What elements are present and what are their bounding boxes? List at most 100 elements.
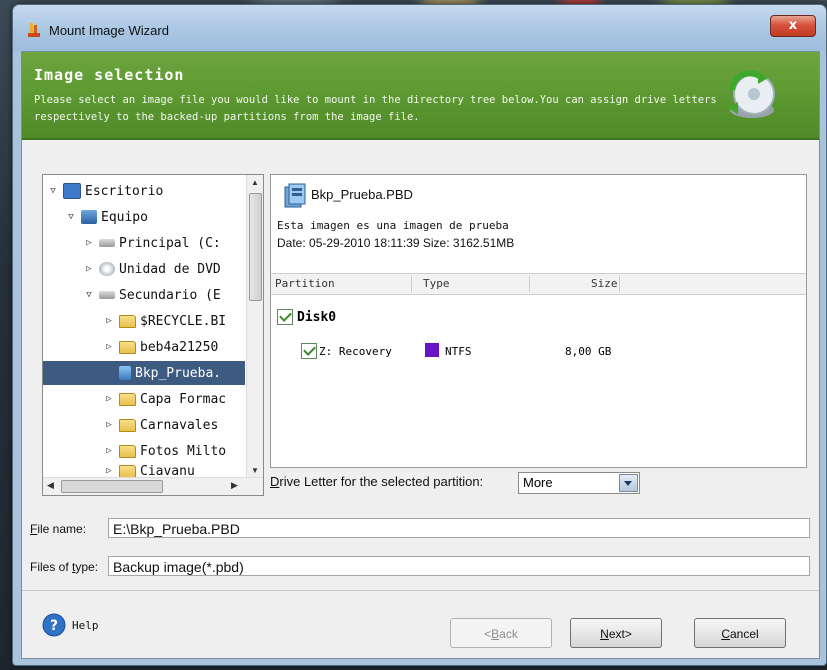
- page-description: Please select an image file you would li…: [34, 94, 717, 123]
- tree-item-secundario[interactable]: ▽ Secundario (E: [83, 283, 221, 307]
- collapse-arrow-icon[interactable]: ▷: [103, 446, 115, 456]
- tree-item-escritorio[interactable]: ▽ Escritorio: [47, 179, 163, 203]
- back-button[interactable]: <Back: [450, 618, 552, 648]
- tree-item-ciavanu[interactable]: ▷ Ciavanu: [103, 465, 195, 477]
- file-name-label: File name:: [30, 522, 86, 536]
- svg-text:?: ?: [50, 618, 58, 634]
- file-type-field[interactable]: Backup image(*.pbd): [108, 556, 810, 576]
- partition-size: 8,00 GB: [565, 345, 612, 358]
- next-accelerator: N: [600, 627, 609, 641]
- partition-table-header: Partition Type Size: [271, 273, 806, 295]
- partition-checkbox[interactable]: [301, 343, 317, 359]
- collapse-arrow-icon[interactable]: ▷: [103, 466, 115, 476]
- folder-icon: [119, 465, 136, 477]
- tree-item-recycle[interactable]: ▷ $RECYCLE.BI: [103, 309, 226, 333]
- file-type-label-text: ype:: [75, 560, 99, 574]
- folder-icon: [119, 392, 136, 406]
- scroll-up-icon[interactable]: ▲: [251, 178, 259, 187]
- tree-vertical-scroll-thumb[interactable]: [249, 193, 262, 301]
- help-icon: ?: [42, 613, 66, 637]
- close-button[interactable]: x: [770, 15, 816, 37]
- drive-icon: [99, 291, 115, 299]
- ntfs-color-swatch: [425, 343, 439, 357]
- file-type-label-prefix: Files of: [30, 560, 73, 574]
- tree-item-label: Carnavales: [140, 417, 219, 433]
- tree-item-capa[interactable]: ▷ Capa Formac: [103, 387, 226, 411]
- dvd-icon: [99, 262, 115, 276]
- partition-type: NTFS: [445, 345, 472, 358]
- chevron-down-icon[interactable]: [619, 474, 638, 492]
- disk-row[interactable]: Disk0: [277, 309, 336, 325]
- page-title: Image selection: [34, 66, 185, 84]
- column-header-partition[interactable]: Partition: [275, 277, 335, 290]
- tree-item-dvd[interactable]: ▷ Unidad de DVD: [83, 257, 221, 281]
- tree-item-label: Escritorio: [85, 183, 164, 199]
- column-header-type[interactable]: Type: [423, 277, 450, 290]
- image-description: Esta imagen es una imagen de prueba: [277, 219, 509, 232]
- disk-checkbox[interactable]: [277, 309, 293, 325]
- expand-arrow-icon[interactable]: ▽: [65, 212, 77, 222]
- tree-horizontal-scroll-thumb[interactable]: [61, 480, 163, 493]
- collapse-arrow-icon[interactable]: ▷: [83, 238, 95, 248]
- folder-icon: [119, 444, 136, 458]
- tree-item-bkp-prueba[interactable]: Bkp_Prueba.: [43, 361, 245, 385]
- image-name: Bkp_Prueba.PBD: [311, 187, 413, 202]
- wizard-client-area: Image selection Please select an image f…: [21, 51, 820, 659]
- next-button[interactable]: Next>: [570, 618, 662, 648]
- cancel-button[interactable]: Cancel: [694, 618, 786, 648]
- image-selection-panel: ▽ Escritorio ▽ Equipo ▷ Principal (C: ▷: [32, 164, 807, 504]
- back-accelerator: B: [491, 627, 500, 641]
- folder-icon: [119, 340, 136, 354]
- help-button[interactable]: ? Help: [42, 613, 99, 637]
- collapse-arrow-icon[interactable]: ▷: [103, 394, 115, 404]
- cancel-accelerator: C: [721, 627, 730, 641]
- collapse-arrow-icon[interactable]: ▷: [103, 342, 115, 352]
- expand-arrow-icon[interactable]: ▽: [83, 290, 95, 300]
- tree-item-label: Fotos Milto: [140, 443, 227, 459]
- tree-item-carnavales[interactable]: ▷ Carnavales: [103, 413, 218, 437]
- help-label: Help: [72, 618, 99, 632]
- wizard-app-icon: [28, 23, 40, 37]
- tree-item-label: Principal (C:: [119, 235, 221, 251]
- folder-icon: [119, 314, 136, 328]
- expand-arrow-icon[interactable]: ▽: [47, 186, 59, 196]
- tree-item-label: Capa Formac: [140, 391, 227, 407]
- tree-item-equipo[interactable]: ▽ Equipo: [65, 205, 148, 229]
- drive-letter-label-text: rive Letter for the selected partition:: [279, 474, 484, 489]
- scroll-down-icon[interactable]: ▼: [251, 466, 259, 475]
- title-bar[interactable]: Mount Image Wizard x: [13, 5, 826, 51]
- image-date-size: Date: 05-29-2010 18:11:39 Size: 3162.51M…: [277, 236, 515, 250]
- scroll-right-icon[interactable]: ▶: [231, 480, 238, 491]
- cancel-label: ancel: [729, 627, 759, 641]
- window-title: Mount Image Wizard: [49, 23, 169, 38]
- computer-icon: [81, 210, 97, 224]
- tree-item-label: Unidad de DVD: [119, 261, 221, 277]
- tree-item-principal[interactable]: ▷ Principal (C:: [83, 231, 221, 255]
- mount-image-wizard-window: Mount Image Wizard x Image selection Ple…: [12, 4, 827, 666]
- tree-item-label: Ciavanu: [140, 465, 195, 477]
- tree-item-beb4a[interactable]: ▷ beb4a21250: [103, 335, 218, 359]
- tree-item-label: beb4a21250: [140, 339, 219, 355]
- tree-item-fotos[interactable]: ▷ Fotos Milto: [103, 439, 226, 463]
- directory-tree[interactable]: ▽ Escritorio ▽ Equipo ▷ Principal (C: ▷: [42, 174, 264, 496]
- file-name-field[interactable]: E:\Bkp_Prueba.PBD: [108, 518, 810, 538]
- desktop-icon: [63, 183, 81, 199]
- column-header-size[interactable]: Size: [591, 277, 618, 290]
- tree-item-label: Secundario (E: [119, 287, 221, 303]
- tree-vertical-scrollbar[interactable]: ▲ ▼: [246, 175, 263, 477]
- tree-horizontal-scrollbar[interactable]: ◀ ▶: [43, 477, 263, 495]
- collapse-arrow-icon[interactable]: ▷: [103, 420, 115, 430]
- disk-label: Disk0: [297, 309, 337, 325]
- collapse-arrow-icon[interactable]: ▷: [83, 264, 95, 274]
- drive-letter-accelerator: D: [270, 474, 280, 489]
- tree-item-label: Bkp_Prueba.: [135, 365, 222, 381]
- collapse-arrow-icon[interactable]: ▷: [103, 316, 115, 326]
- footer-divider: [22, 590, 819, 591]
- partition-name: Z: Recovery: [319, 345, 392, 358]
- drive-letter-select[interactable]: More: [518, 472, 640, 494]
- scroll-left-icon[interactable]: ◀: [47, 480, 54, 491]
- drive-letter-value: More: [523, 475, 553, 490]
- column-divider: [411, 276, 412, 292]
- image-file-icon: [119, 366, 131, 380]
- column-divider: [529, 276, 530, 292]
